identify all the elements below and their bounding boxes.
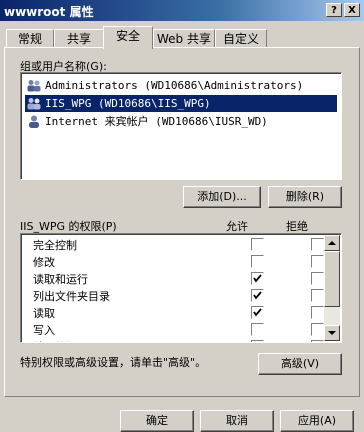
allow-checkbox[interactable]	[251, 323, 264, 336]
allow-checkbox[interactable]	[251, 255, 264, 268]
user-row-internet-guest[interactable]: Internet 来宾帐户 (WD10686\IUSR_WD)	[25, 113, 337, 130]
permission-row: 特别的权限	[33, 338, 341, 342]
deny-checkbox[interactable]	[311, 238, 324, 251]
permission-name: 读取	[33, 307, 55, 320]
allow-checkbox[interactable]	[251, 289, 264, 302]
allow-checkbox[interactable]	[251, 306, 264, 319]
special-hint: 特别权限或高级设置，请单击"高级"。	[20, 356, 207, 369]
permission-name: 修改	[33, 256, 55, 269]
permissions-scrollbar[interactable]	[324, 235, 340, 341]
user-row-administrators[interactable]: Administrators (WD10686\Administrators)	[25, 77, 337, 94]
tab-security[interactable]: 安全	[103, 26, 153, 49]
permission-row: 读取和运行	[33, 270, 341, 287]
permission-name: 读取和运行	[33, 273, 88, 286]
tab-general[interactable]: 常规	[6, 29, 54, 48]
tab-sharing[interactable]: 共享	[54, 29, 104, 48]
permission-row: 完全控制	[33, 236, 341, 253]
title-bar[interactable]: wwwroot 属性 ? X	[0, 0, 364, 21]
window-title: wwwroot 属性	[4, 5, 94, 19]
scroll-up-button[interactable]	[324, 235, 340, 251]
checkmark-icon	[253, 274, 262, 283]
close-button[interactable]: X	[344, 3, 360, 17]
user-label: Internet 来宾帐户 (WD10686\IUSR_WD)	[45, 115, 268, 128]
apply-button[interactable]: 应用(A)	[280, 410, 354, 432]
deny-checkbox[interactable]	[311, 289, 324, 302]
allow-checkbox[interactable]	[251, 340, 264, 342]
allow-column-header: 允许	[226, 220, 248, 233]
remove-button[interactable]: 删除(R)	[268, 186, 342, 208]
permission-row: 写入	[33, 321, 341, 338]
ok-button[interactable]: 确定	[120, 410, 194, 432]
deny-column-header: 拒绝	[286, 220, 308, 233]
deny-checkbox[interactable]	[311, 272, 324, 285]
permission-name: 完全控制	[33, 239, 77, 252]
permissions-title: IIS_WPG 的权限(P)	[20, 220, 117, 233]
cancel-button[interactable]: 取消	[200, 410, 274, 432]
user-label: Administrators (WD10686\Administrators)	[45, 79, 304, 92]
scroll-down-button[interactable]	[324, 325, 340, 341]
add-button[interactable]: 添加(D)...	[183, 186, 261, 208]
help-button[interactable]: ?	[326, 3, 342, 17]
tab-custom[interactable]: 自定义	[215, 29, 267, 48]
permission-row: 修改	[33, 253, 341, 270]
checkmark-icon	[253, 308, 262, 317]
users-list[interactable]: Administrators (WD10686\Administrators) …	[20, 72, 342, 180]
user-icon	[29, 115, 39, 128]
permission-name: 列出文件夹目录	[33, 290, 110, 303]
deny-checkbox[interactable]	[311, 323, 324, 336]
arrow-up-icon	[328, 241, 336, 245]
user-label: IIS_WPG (WD10686\IIS_WPG)	[45, 97, 211, 110]
permission-name: 写入	[33, 324, 55, 337]
arrow-down-icon	[328, 331, 336, 335]
advanced-button[interactable]: 高级(V)	[258, 353, 342, 375]
deny-checkbox[interactable]	[311, 340, 324, 342]
group-icon	[27, 80, 41, 92]
allow-checkbox[interactable]	[251, 272, 264, 285]
user-row-iis-wpg[interactable]: IIS_WPG (WD10686\IIS_WPG)	[25, 95, 337, 112]
deny-checkbox[interactable]	[311, 255, 324, 268]
checkmark-icon	[253, 291, 262, 300]
tab-web-sharing[interactable]: Web 共享	[153, 29, 215, 48]
permission-row: 读取	[33, 304, 341, 321]
permissions-list[interactable]: 完全控制修改读取和运行列出文件夹目录读取写入特别的权限	[20, 233, 342, 343]
group-icon	[27, 98, 41, 110]
scroll-thumb[interactable]	[324, 251, 340, 307]
deny-checkbox[interactable]	[311, 306, 324, 319]
permission-row: 列出文件夹目录	[33, 287, 341, 304]
permission-name: 特别的权限	[33, 339, 88, 342]
allow-checkbox[interactable]	[251, 238, 264, 251]
